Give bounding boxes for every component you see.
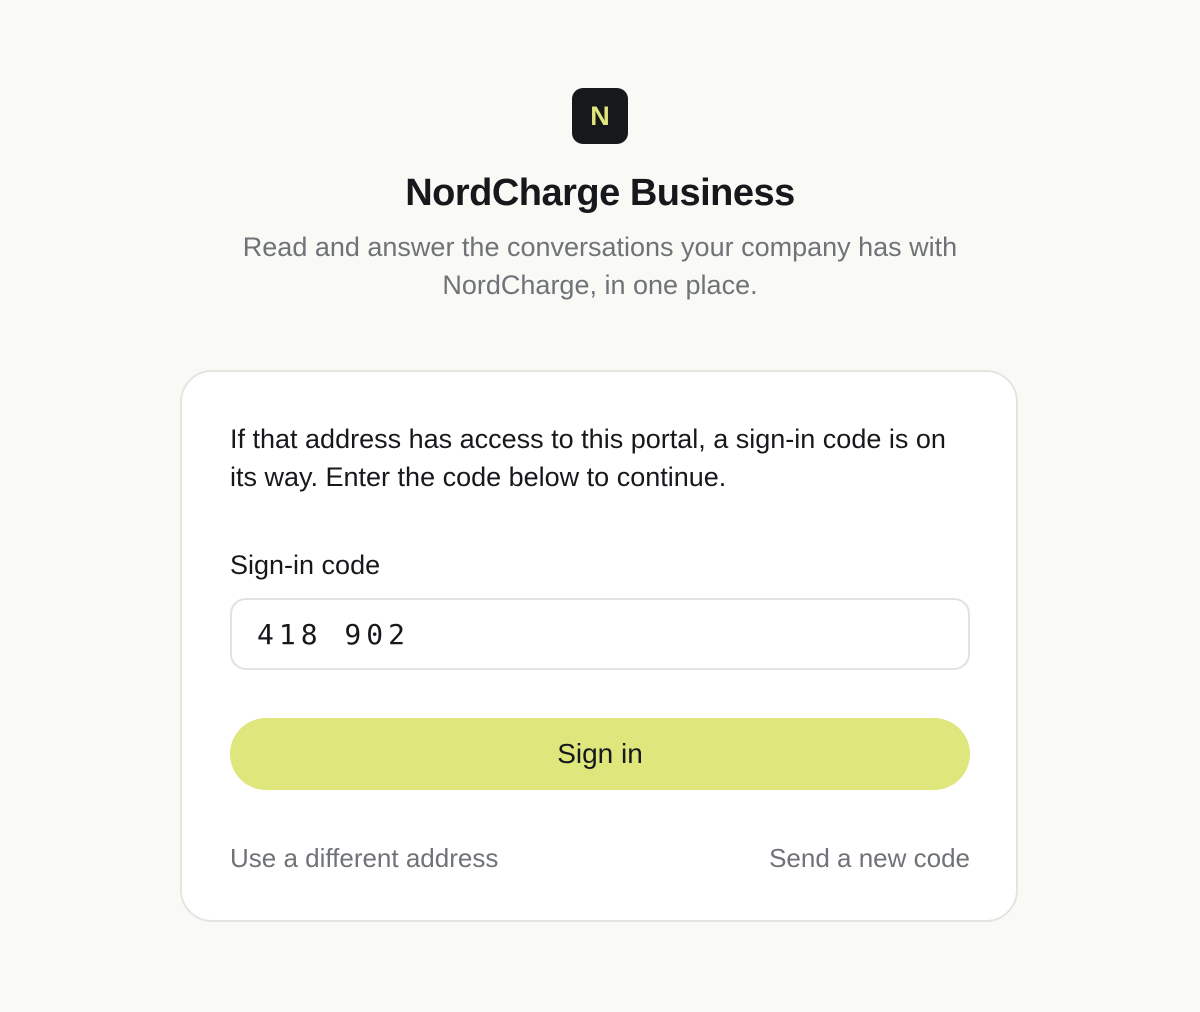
- sign-in-button[interactable]: Sign in: [230, 718, 970, 790]
- brand-header: N NordCharge Business Read and answer th…: [0, 88, 1200, 304]
- app-title: NordCharge Business: [405, 172, 795, 214]
- secondary-links: Use a different address Send a new code: [230, 840, 970, 876]
- sign-in-code-label: Sign-in code: [230, 550, 381, 580]
- app-subtitle: Read and answer the conversations your c…: [242, 232, 958, 300]
- sign-in-card: If that address has access to this porta…: [180, 370, 1018, 922]
- code-sent-message: If that address has access to this porta…: [230, 424, 946, 492]
- use-different-address-link[interactable]: Use a different address: [230, 840, 498, 876]
- send-new-code-link[interactable]: Send a new code: [769, 840, 970, 876]
- brand-logo-letter: N: [590, 100, 610, 131]
- sign-in-code-input[interactable]: [230, 598, 970, 670]
- brand-logo: N: [572, 88, 628, 144]
